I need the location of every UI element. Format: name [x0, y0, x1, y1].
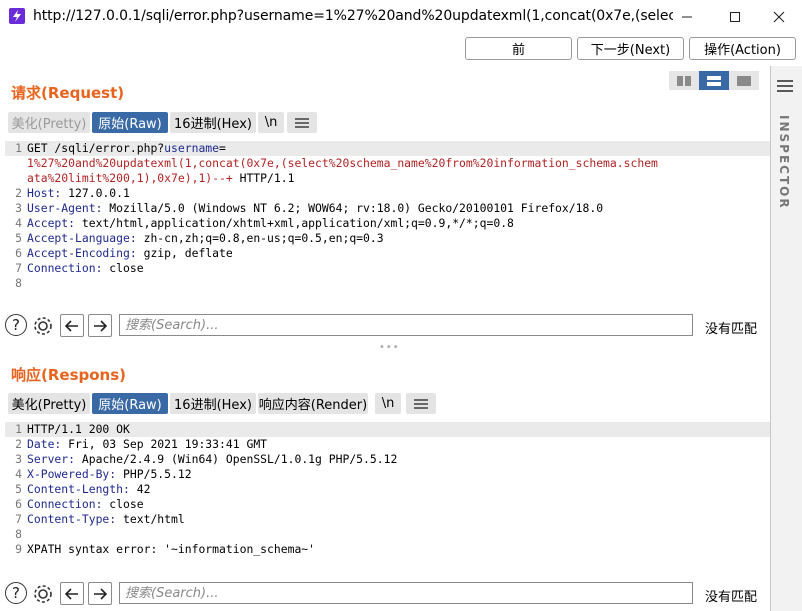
code-text: Content-Length: 42 — [27, 482, 151, 496]
line-number: 9 — [15, 542, 22, 556]
inspector-label[interactable]: INSPECTOR — [777, 115, 791, 210]
response-tab-bar: 美化(Pretty) 原始(Raw) 16进制(Hex) 响应内容(Render… — [8, 393, 608, 414]
code-text: XPATH syntax error: '~information_schema… — [27, 542, 316, 556]
line-number: 6 — [15, 246, 22, 260]
code-text: 1%27%20and%20updatexml(1,concat(0x7e,(se… — [27, 156, 658, 170]
code-line[interactable]: 1 GET /sqli/error.php?username= — [5, 141, 770, 156]
response-tab-raw[interactable]: 原始(Raw) — [92, 393, 168, 414]
request-search-input[interactable] — [119, 314, 693, 336]
request-tab-bar: 美化(Pretty) 原始(Raw) 16进制(Hex) \n — [8, 112, 608, 133]
response-menu-icon[interactable] — [406, 393, 436, 414]
code-line[interactable]: 8 — [5, 276, 770, 291]
code-text: Date: Fri, 03 Sep 2021 19:33:41 GMT — [27, 437, 268, 451]
line-number: 1 — [15, 422, 22, 436]
line-number: 7 — [15, 261, 22, 275]
search-prev-button[interactable] — [60, 582, 84, 605]
app-icon — [9, 8, 25, 24]
code-line[interactable]: 6 Connection: close — [5, 497, 770, 512]
help-icon[interactable]: ? — [5, 314, 27, 336]
code-text: Server: Apache/2.4.9 (Win64) OpenSSL/1.0… — [27, 452, 398, 466]
response-tab-newline[interactable]: \n — [375, 393, 401, 414]
line-number: 2 — [15, 186, 22, 200]
layout-side-by-side-icon[interactable] — [669, 71, 699, 90]
code-text: ata%20limit%200,1),0x7e),1)--+ HTTP/1.1 — [27, 171, 295, 185]
line-number: 3 — [15, 201, 22, 215]
code-line[interactable]: 2 Host: 127.0.0.1 — [5, 186, 770, 201]
code-line[interactable]: 1 HTTP/1.1 200 OK — [5, 422, 770, 437]
request-tab-raw[interactable]: 原始(Raw) — [92, 112, 168, 133]
code-text: Accept: text/html,application/xhtml+xml,… — [27, 216, 514, 230]
help-icon[interactable]: ? — [5, 582, 27, 604]
action-button[interactable]: 操作(Action) — [689, 37, 796, 60]
code-line[interactable]: 8 — [5, 527, 770, 542]
response-editor[interactable]: 1 HTTP/1.1 200 OK 2 Date: Fri, 03 Sep 2021 … — [5, 422, 770, 578]
response-tab-pretty[interactable]: 美化(Pretty) — [8, 393, 90, 414]
line-number: 5 — [15, 231, 22, 245]
line-number: 2 — [15, 437, 22, 451]
line-number: 7 — [15, 512, 22, 526]
response-title: 响应(Respons) — [11, 366, 127, 384]
layout-stacked-icon[interactable] — [699, 71, 729, 90]
response-tab-render[interactable]: 响应内容(Render) — [258, 393, 368, 414]
code-text: Accept-Encoding: gzip, deflate — [27, 246, 233, 260]
code-text: User-Agent: Mozilla/5.0 (Windows NT 6.2;… — [27, 201, 604, 215]
request-no-match: 没有匹配 — [705, 322, 758, 337]
code-text: Connection: close — [27, 261, 144, 275]
maximize-icon[interactable] — [712, 0, 758, 33]
code-text: Accept-Language: zh-cn,zh;q=0.8,en-us;q=… — [27, 231, 384, 245]
line-number: 8 — [15, 527, 22, 541]
search-next-button[interactable] — [88, 582, 112, 605]
prev-button[interactable]: 前 — [465, 37, 572, 60]
request-editor[interactable]: 1 GET /sqli/error.php?username= 1%27%20and… — [5, 141, 770, 311]
panel-splitter[interactable]: ••• — [379, 342, 400, 353]
code-line[interactable]: 1%27%20and%20updatexml(1,concat(0x7e,(se… — [5, 156, 770, 171]
line-number: 3 — [15, 452, 22, 466]
request-menu-icon[interactable] — [287, 112, 317, 133]
hamburger-menu-icon[interactable] — [777, 80, 793, 92]
minimize-icon[interactable] — [664, 0, 710, 33]
code-line[interactable]: 6 Accept-Encoding: gzip, deflate — [5, 246, 770, 261]
code-line[interactable]: 7 Connection: close — [5, 261, 770, 276]
gear-icon[interactable] — [31, 314, 55, 338]
request-tab-pretty[interactable]: 美化(Pretty) — [8, 112, 90, 133]
code-line[interactable]: 9 XPATH syntax error: '~information_schem… — [5, 542, 770, 557]
line-number: 8 — [15, 276, 22, 290]
code-text: GET /sqli/error.php?username= — [27, 141, 226, 155]
line-number: 4 — [15, 216, 22, 230]
window-title-bar[interactable]: http://127.0.0.1/sqli/error.php?username… — [0, 0, 802, 33]
code-line[interactable]: 7 Content-Type: text/html — [5, 512, 770, 527]
response-search-bar: ? 没有匹配 — [0, 580, 770, 608]
line-number: 1 — [15, 141, 22, 155]
code-line[interactable]: 5 Accept-Language: zh-cn,zh;q=0.8,en-us;q… — [5, 231, 770, 246]
code-line[interactable]: ata%20limit%200,1),0x7e),1)--+ HTTP/1.1 — [5, 171, 770, 186]
line-number: 6 — [15, 497, 22, 511]
search-prev-button[interactable] — [60, 314, 84, 337]
response-search-input[interactable] — [119, 582, 693, 604]
layout-single-icon[interactable] — [729, 71, 759, 90]
code-line[interactable]: 4 Accept: text/html,application/xhtml+xml… — [5, 216, 770, 231]
response-tab-hex[interactable]: 16进制(Hex) — [170, 393, 256, 414]
code-text: HTTP/1.1 200 OK — [27, 422, 130, 436]
code-text: X-Powered-By: PHP/5.5.12 — [27, 467, 192, 481]
response-no-match: 没有匹配 — [705, 590, 758, 605]
line-number: 4 — [15, 467, 22, 481]
code-text: Content-Type: text/html — [27, 512, 185, 526]
code-line[interactable]: 3 User-Agent: Mozilla/5.0 (Windows NT 6.2… — [5, 201, 770, 216]
code-line[interactable]: 5 Content-Length: 42 — [5, 482, 770, 497]
code-line[interactable]: 4 X-Powered-By: PHP/5.5.12 — [5, 467, 770, 482]
close-icon[interactable] — [756, 0, 802, 33]
code-text: Host: 127.0.0.1 — [27, 186, 130, 200]
next-button[interactable]: 下一步(Next) — [577, 37, 684, 60]
code-text: Connection: close — [27, 497, 144, 511]
gear-icon[interactable] — [31, 582, 55, 606]
code-line[interactable]: 3 Server: Apache/2.4.9 (Win64) OpenSSL/1.… — [5, 452, 770, 467]
code-line[interactable]: 2 Date: Fri, 03 Sep 2021 19:33:41 GMT — [5, 437, 770, 452]
line-number: 5 — [15, 482, 22, 496]
request-title: 请求(Request) — [11, 84, 125, 102]
request-search-bar: ? 没有匹配 — [0, 312, 770, 340]
window-title: http://127.0.0.1/sqli/error.php?username… — [33, 8, 673, 24]
search-next-button[interactable] — [88, 314, 112, 337]
request-tab-hex[interactable]: 16进制(Hex) — [170, 112, 256, 133]
request-tab-newline[interactable]: \n — [258, 112, 284, 133]
